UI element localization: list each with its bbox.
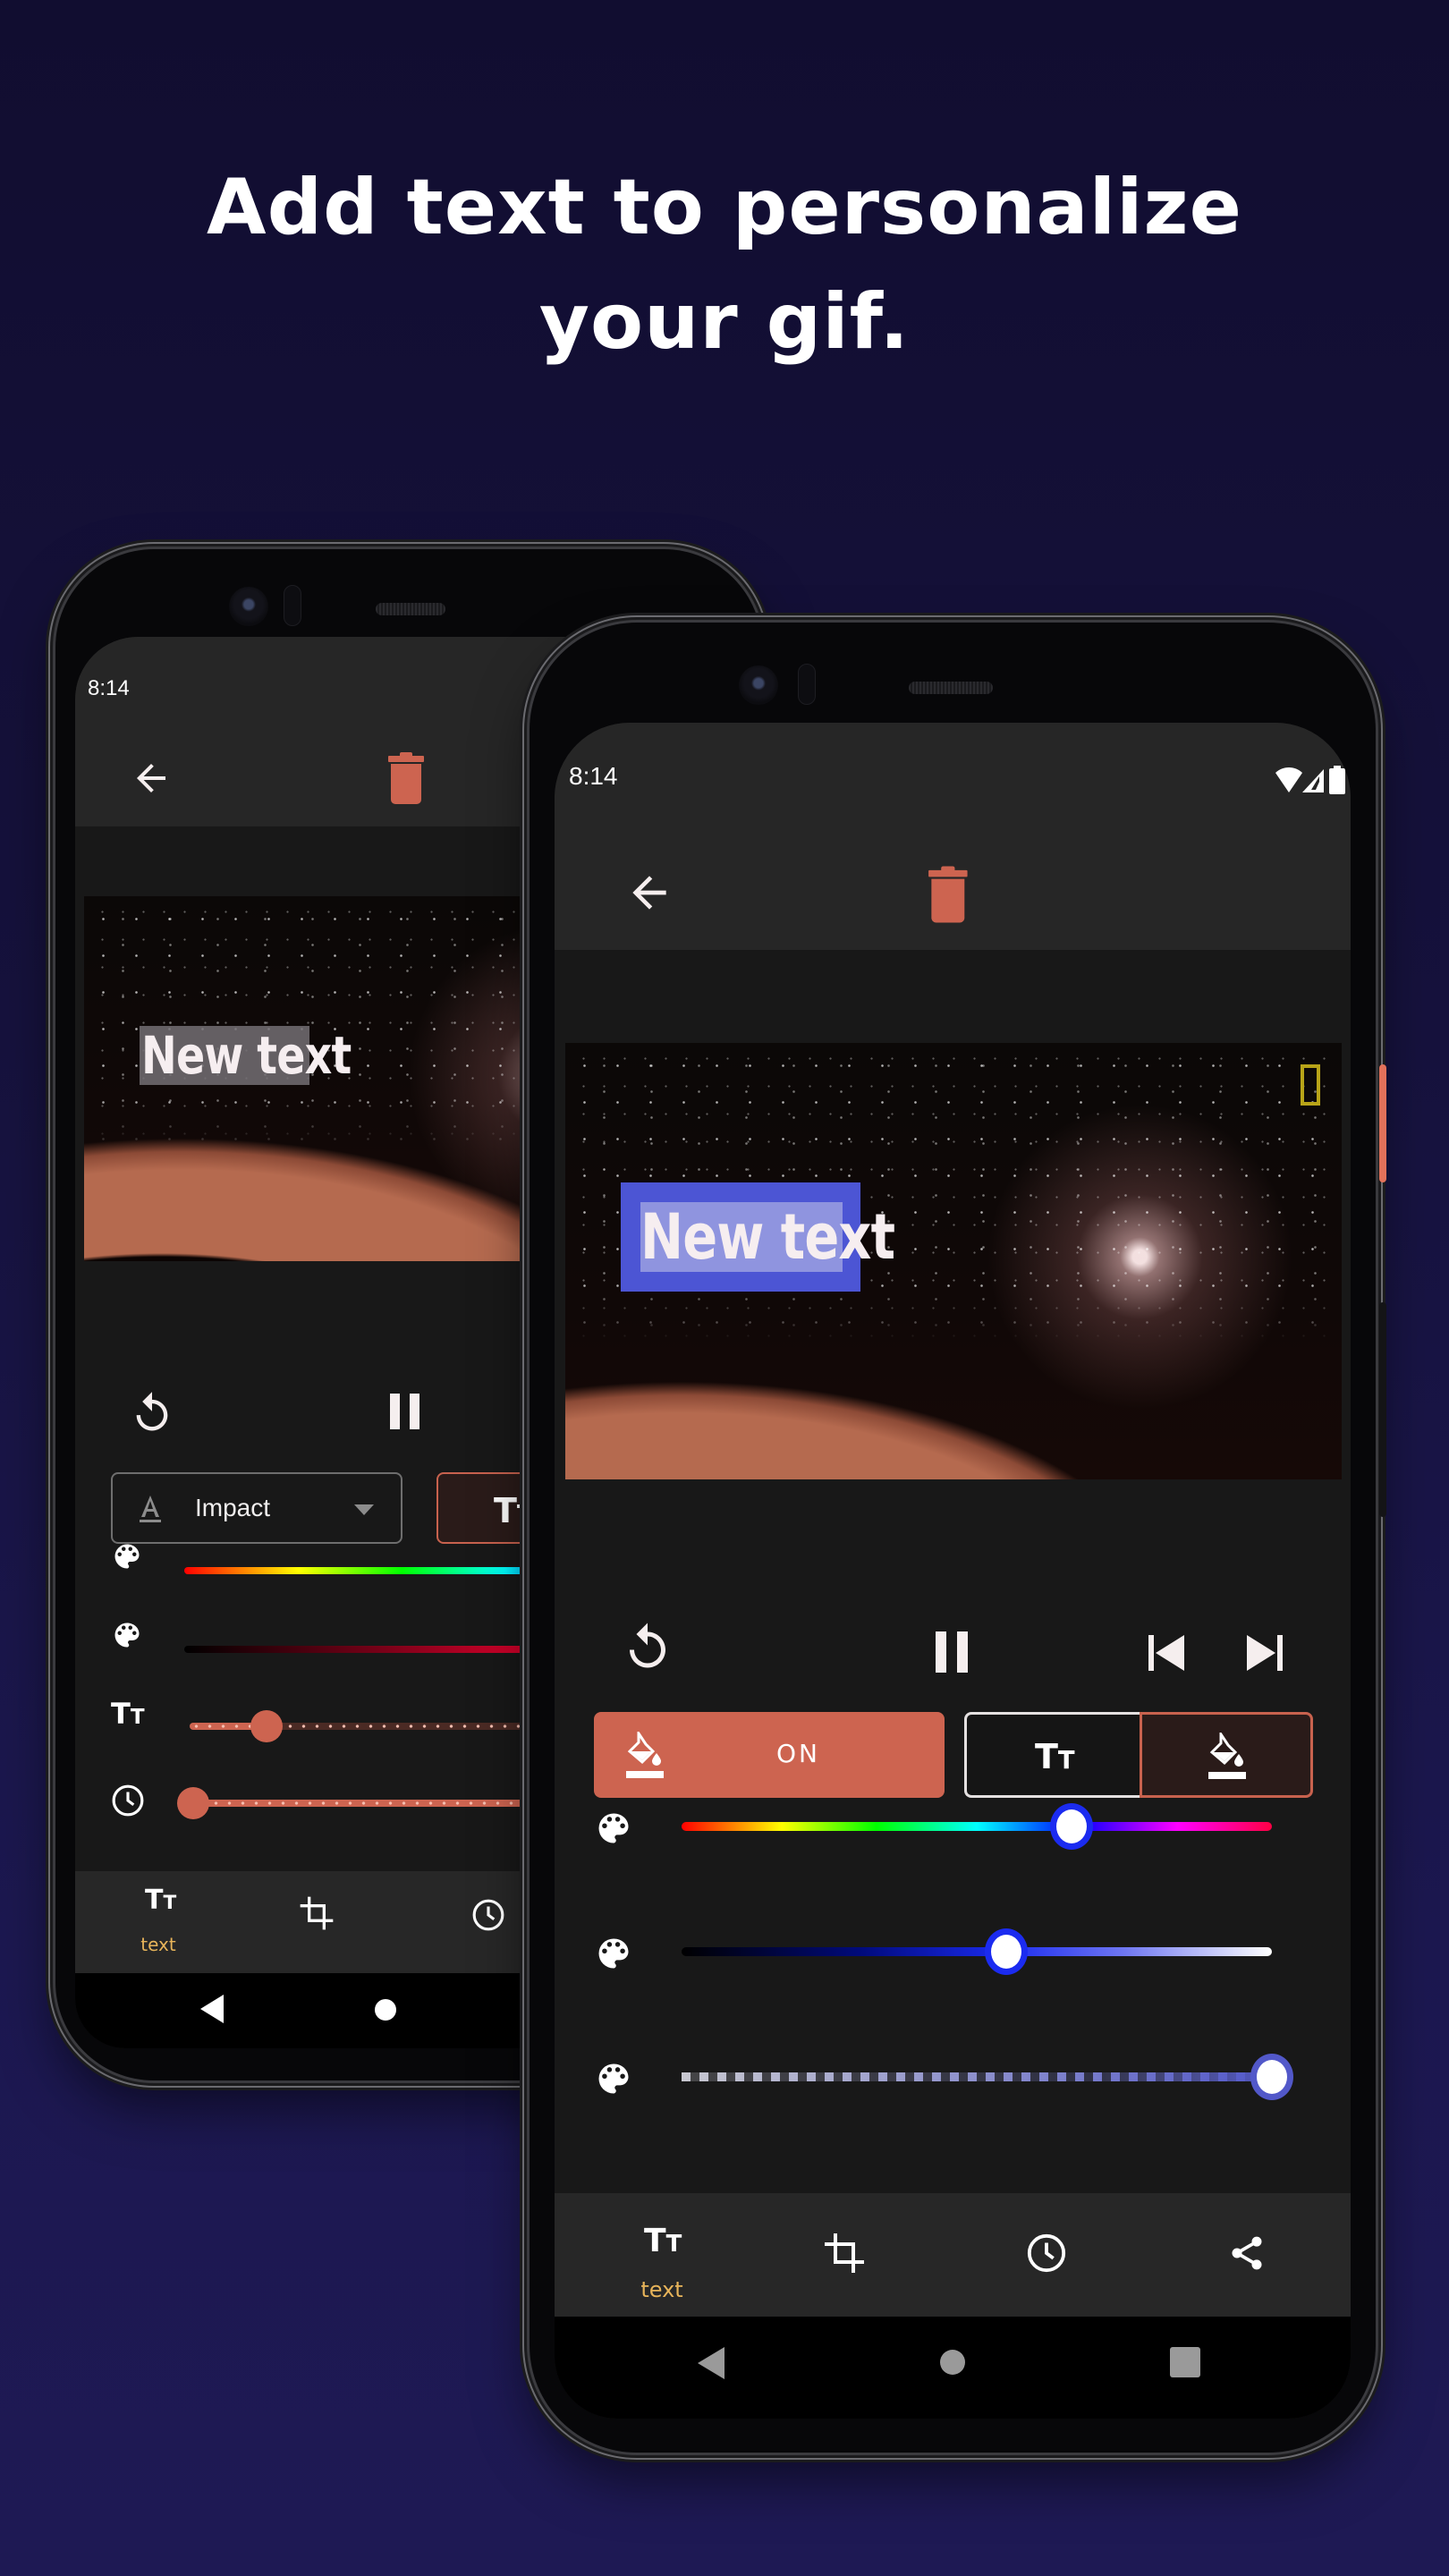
- text-size-icon: TT: [145, 1885, 177, 1916]
- text-format-icon: [140, 1496, 161, 1522]
- hue-slider-thumb[interactable]: [1049, 1803, 1093, 1850]
- fill-color-icon: [1208, 1733, 1246, 1779]
- shade-blue-slider-thumb[interactable]: [985, 1928, 1028, 1975]
- front-camera: [229, 587, 268, 626]
- arrow-left-icon: [632, 876, 666, 910]
- font-select-value: Impact: [195, 1494, 271, 1521]
- palette-icon: [594, 1934, 633, 1978]
- system-home-icon[interactable]: [939, 2349, 966, 2376]
- status-time: 8:14: [569, 762, 618, 790]
- nav-item-crop[interactable]: [290, 1894, 343, 1948]
- pause-icon: [936, 1631, 968, 1673]
- headline-line-2: your gif.: [538, 277, 911, 367]
- headline: Add text to personalize your gif.: [0, 150, 1449, 379]
- nav-item-text[interactable]: TT text: [120, 1887, 197, 1966]
- text-size-icon: TT: [111, 1697, 145, 1731]
- nav-item-crop[interactable]: [818, 2231, 871, 2284]
- text-size-icon: TT: [644, 2223, 682, 2259]
- opacity-slider-thumb[interactable]: [1250, 2054, 1293, 2100]
- clock-icon: [472, 1899, 504, 1931]
- palette-icon: [594, 1809, 633, 1852]
- proximity-sensor: [798, 664, 816, 705]
- clock-icon: [1027, 2233, 1066, 2273]
- system-recents-icon[interactable]: [1170, 2347, 1200, 2377]
- earpiece-speaker: [376, 603, 445, 615]
- fill-color-icon: [626, 1732, 664, 1778]
- segment-text-style[interactable]: TT: [964, 1712, 1140, 1798]
- crop-icon: [300, 1896, 334, 1930]
- palette-icon: [594, 2059, 633, 2103]
- background-toggle-label: ON: [776, 1739, 820, 1768]
- system-back-icon[interactable]: [200, 1995, 224, 2023]
- text-size-icon: TT: [1035, 1737, 1075, 1776]
- nav-item-duration[interactable]: [462, 1898, 515, 1952]
- clock-icon: [111, 1784, 145, 1822]
- replay-button[interactable]: [621, 1619, 674, 1681]
- trash-icon: [388, 752, 424, 804]
- overlay-text[interactable]: New text: [640, 1202, 895, 1272]
- signal-icon: [1302, 769, 1324, 792]
- pause-button[interactable]: [936, 1631, 971, 1677]
- palette-icon: [111, 1540, 143, 1577]
- nav-item-share[interactable]: [1220, 2233, 1274, 2286]
- system-home-icon[interactable]: [374, 1998, 397, 2021]
- skip-previous-icon: [1148, 1635, 1184, 1671]
- chevron-down-icon: [354, 1504, 374, 1515]
- segment-fill-color[interactable]: [1140, 1712, 1313, 1798]
- arrow-left-icon: [137, 764, 165, 792]
- proximity-sensor: [284, 585, 301, 626]
- delete-button[interactable]: [918, 860, 982, 928]
- battery-icon: [1329, 766, 1345, 794]
- nav-item-text[interactable]: TT text: [617, 2211, 707, 2303]
- opacity-slider-checker: [682, 2072, 1272, 2081]
- background-toggle-button[interactable]: ON: [594, 1712, 945, 1798]
- volume-button[interactable]: [1379, 1302, 1386, 1517]
- headline-line-1: Add text to personalize: [207, 163, 1242, 252]
- trash-icon: [928, 866, 968, 923]
- bottom-nav: TT text: [555, 2193, 1351, 2317]
- shade-blue-slider[interactable]: [682, 1947, 1272, 1956]
- earpiece-speaker: [909, 682, 993, 694]
- overlay-text[interactable]: New text: [141, 1027, 352, 1084]
- status-bar: 8:14: [555, 723, 1351, 837]
- duration-slider-thumb[interactable]: [177, 1787, 209, 1819]
- style-segmented-control: TT: [964, 1712, 1313, 1798]
- replay-icon: [136, 1392, 168, 1431]
- back-button[interactable]: [614, 859, 685, 927]
- wifi-icon: [1275, 767, 1302, 792]
- system-back-icon[interactable]: [698, 2347, 724, 2379]
- status-time: 8:14: [88, 676, 130, 700]
- delete-button[interactable]: [379, 750, 436, 807]
- back-button[interactable]: [120, 750, 182, 807]
- nav-label-text: text: [640, 2277, 683, 2302]
- skip-next-icon: [1247, 1635, 1283, 1671]
- pause-icon: [390, 1394, 419, 1429]
- size-slider-thumb[interactable]: [250, 1710, 283, 1742]
- share-icon: [1232, 2236, 1262, 2270]
- text-size-icon: TT: [494, 1491, 534, 1530]
- front-camera: [739, 665, 778, 705]
- replay-icon: [630, 1623, 665, 1668]
- front-phone-screen: 8:14 New text ON TT TT text: [555, 723, 1351, 2419]
- skip-next-button[interactable]: [1247, 1635, 1283, 1675]
- pause-button[interactable]: [390, 1394, 422, 1434]
- nav-item-duration[interactable]: [1020, 2233, 1073, 2286]
- opacity-slider[interactable]: [682, 2072, 1272, 2081]
- crop-icon: [825, 2233, 864, 2273]
- nav-label-text: text: [140, 1934, 176, 1955]
- system-nav-bar: [555, 2317, 1351, 2419]
- skip-previous-button[interactable]: [1148, 1635, 1184, 1675]
- hue-slider[interactable]: [682, 1822, 1272, 1831]
- replay-button[interactable]: [129, 1388, 175, 1443]
- gif-preview[interactable]: New text: [565, 1043, 1342, 1479]
- app-bar: [555, 837, 1351, 950]
- front-phone: 8:14 New text ON TT TT text: [530, 623, 1386, 2453]
- palette-icon: [111, 1619, 143, 1656]
- frame-logo-icon: [1301, 1064, 1320, 1106]
- font-select[interactable]: Impact: [111, 1472, 402, 1544]
- power-button[interactable]: [1379, 1064, 1386, 1182]
